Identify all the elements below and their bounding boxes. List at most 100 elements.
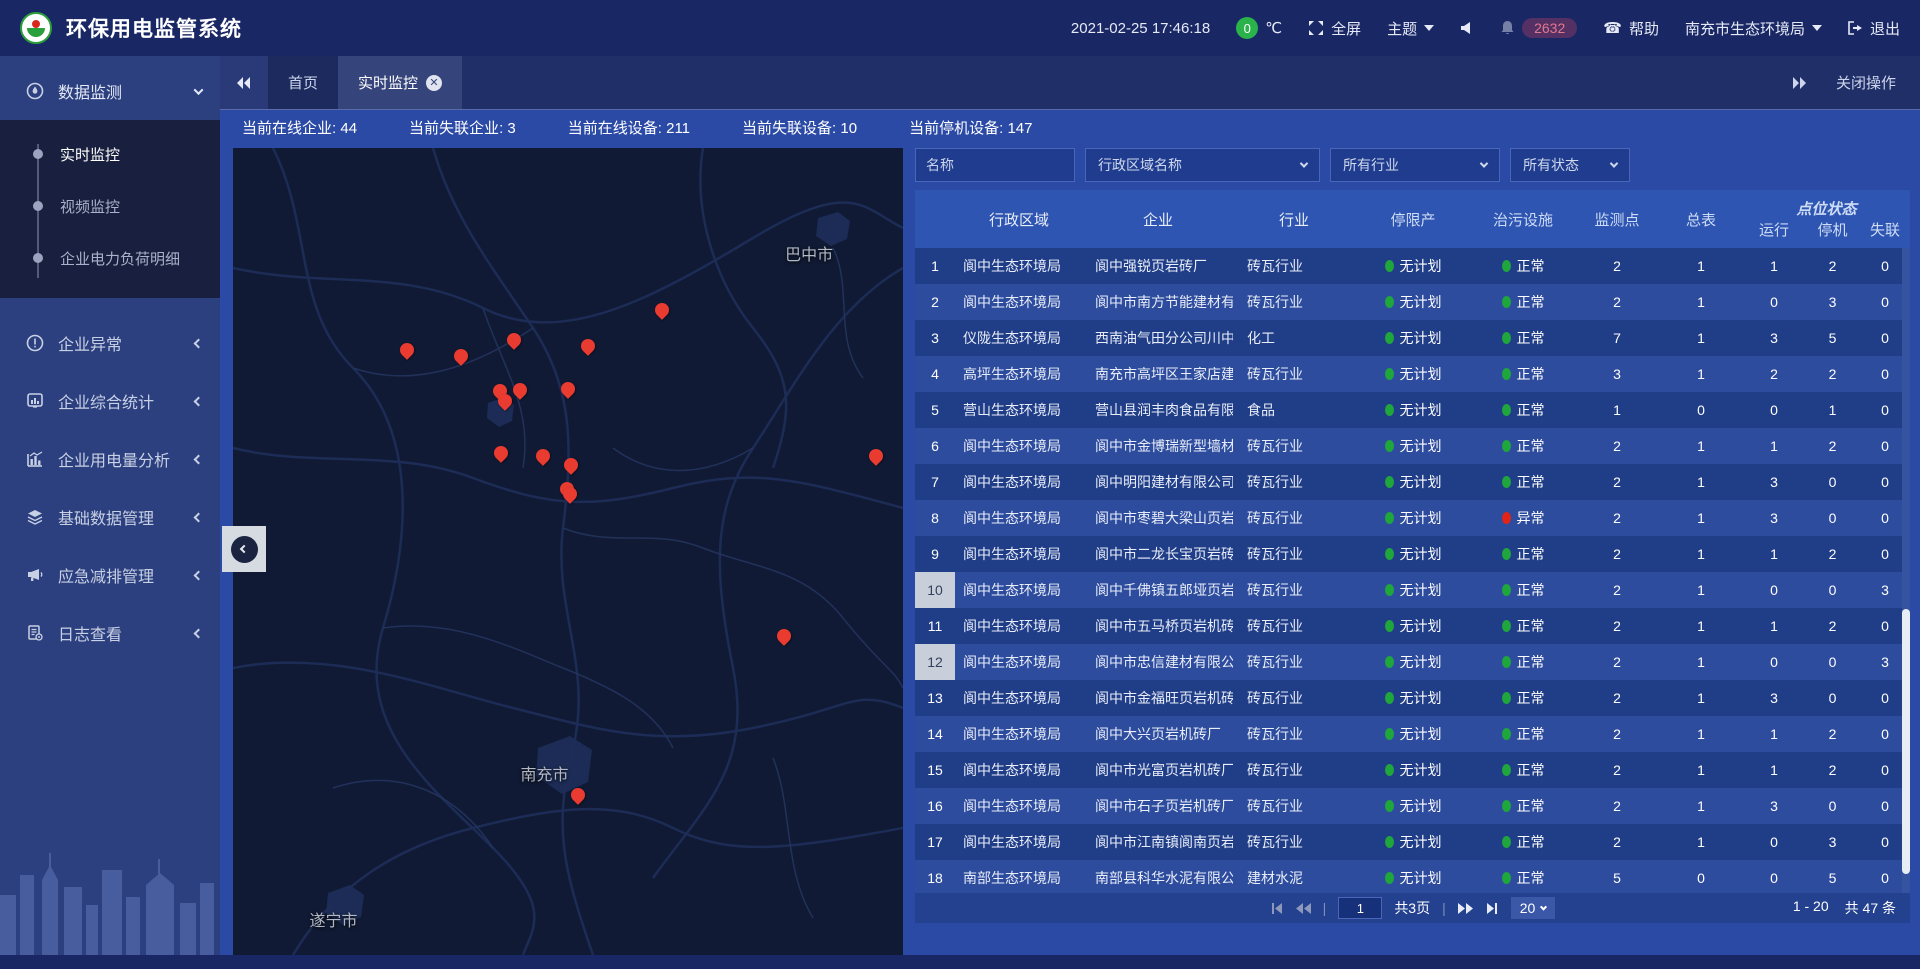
cell-industry: 砖瓦行业 <box>1233 752 1355 788</box>
table-row[interactable]: 5营山生态环境局营山县润丰肉食品有限食品无计划正常10010 <box>915 392 1910 428</box>
sidebar-item-enterprise-abnormal[interactable]: 企业异常 <box>0 314 220 372</box>
map-pin[interactable] <box>654 301 670 323</box>
sidebar-item-log-view[interactable]: 日志查看 <box>0 604 220 662</box>
table-row[interactable]: 11阆中生态环境局阆中市五马桥页岩机砖砖瓦行业无计划正常21120 <box>915 608 1910 644</box>
table-row[interactable]: 13阆中生态环境局阆中市金福旺页岩机砖砖瓦行业无计划正常21300 <box>915 680 1910 716</box>
map-pin[interactable] <box>563 456 579 478</box>
table-row[interactable]: 7阆中生态环境局阆中明阳建材有限公司砖瓦行业无计划正常21300 <box>915 464 1910 500</box>
table-row[interactable]: 18南部生态环境局南部县科华水泥有限公建材水泥无计划正常50050 <box>915 860 1910 893</box>
map-pin[interactable] <box>493 444 509 466</box>
cell-region: 阆中生态环境局 <box>955 464 1083 500</box>
logout-button[interactable]: 退出 <box>1848 18 1900 39</box>
close-operations-button[interactable]: 关闭操作 <box>1836 72 1896 93</box>
status-dot <box>1502 620 1511 632</box>
map-panel[interactable]: 巴中市南充市遂宁市 <box>233 148 903 955</box>
table-row[interactable]: 16阆中生态环境局阆中市石子页岩机砖厂砖瓦行业无计划正常21300 <box>915 788 1910 824</box>
status-filter-select[interactable]: 所有状态 <box>1510 148 1630 182</box>
sidebar-item-power-analysis[interactable]: 企业用电量分析 <box>0 430 220 488</box>
sidebar-item-realtime-monitoring[interactable]: 实时监控 <box>0 128 220 180</box>
sidebar-item-base-data[interactable]: 基础数据管理 <box>0 488 220 546</box>
cell-stop-production: 无计划 <box>1355 392 1471 428</box>
table-row[interactable]: 4高坪生态环境局南充市高坪区王家店建砖瓦行业无计划正常31220 <box>915 356 1910 392</box>
sidebar-item-power-load-detail[interactable]: 企业电力负荷明细 <box>0 232 220 284</box>
map-pin[interactable] <box>562 485 578 507</box>
table-row[interactable]: 9阆中生态环境局阆中市二龙长宝页岩砖砖瓦行业无计划正常21120 <box>915 536 1910 572</box>
name-filter-input[interactable] <box>915 148 1075 182</box>
map-pin[interactable] <box>512 381 528 403</box>
table-row[interactable]: 17阆中生态环境局阆中市江南镇阆南页岩砖瓦行业无计划正常21030 <box>915 824 1910 860</box>
cell-running: 2 <box>1743 356 1805 392</box>
table-row[interactable]: 14阆中生态环境局阆中大兴页岩机砖厂砖瓦行业无计划正常21120 <box>915 716 1910 752</box>
table-row[interactable]: 3仪陇生态环境局西南油气田分公司川中化工无计划正常71350 <box>915 320 1910 356</box>
map-pin[interactable] <box>580 337 596 359</box>
table-header: 行政区域 企业 行业 停限产 治污设施 监测点 总表 运行 停机 失联 点位状态 <box>915 190 1910 248</box>
cell-running: 1 <box>1743 536 1805 572</box>
cell-meters: 1 <box>1659 680 1743 716</box>
chevron-left-icon <box>194 338 204 348</box>
cell-industry: 砖瓦行业 <box>1233 536 1355 572</box>
pagination-bar: | 共3页 | 20 1 - 20 共 47 条 <box>915 893 1910 923</box>
cell-row-number: 13 <box>915 680 955 716</box>
cell-facility-status: 正常 <box>1471 752 1575 788</box>
fullscreen-button[interactable]: 全屏 <box>1308 18 1361 39</box>
tabs-scroll-left-button[interactable] <box>220 56 268 109</box>
cell-company: 西南油气田分公司川中 <box>1083 320 1233 356</box>
org-dropdown[interactable]: 南充市生态环境局 <box>1685 18 1822 39</box>
region-filter-select[interactable]: 行政区域名称 <box>1085 148 1320 182</box>
page-number-input[interactable] <box>1338 897 1382 919</box>
cell-row-number: 14 <box>915 716 955 752</box>
table-row[interactable]: 10阆中生态环境局阆中千佛镇五郎垭页岩砖瓦行业无计划正常21003 <box>915 572 1910 608</box>
help-button[interactable]: ☎ 帮助 <box>1603 18 1659 39</box>
cell-facility-status: 正常 <box>1471 284 1575 320</box>
cell-stopped: 0 <box>1805 572 1860 608</box>
page-size-select[interactable]: 20 <box>1511 897 1556 919</box>
cell-industry: 砖瓦行业 <box>1233 644 1355 680</box>
cell-stopped: 5 <box>1805 320 1860 356</box>
cell-row-number: 7 <box>915 464 955 500</box>
table-scrollbar[interactable] <box>1902 248 1910 893</box>
double-arrow-right-icon[interactable] <box>1792 77 1806 89</box>
industry-filter-select[interactable]: 所有行业 <box>1330 148 1500 182</box>
map-pin[interactable] <box>776 627 792 649</box>
next-page-button[interactable] <box>1458 903 1473 914</box>
cell-region: 阆中生态环境局 <box>955 716 1083 752</box>
map-pin[interactable] <box>506 331 522 353</box>
cell-company: 阆中大兴页岩机砖厂 <box>1083 716 1233 752</box>
tab-home[interactable]: 首页 <box>268 56 338 109</box>
table-row[interactable]: 8阆中生态环境局阆中市枣碧大梁山页岩砖瓦行业无计划异常21300 <box>915 500 1910 536</box>
map-pin[interactable] <box>868 447 884 469</box>
app-title: 环保用电监管系统 <box>66 13 242 43</box>
cell-running: 3 <box>1743 320 1805 356</box>
mute-button[interactable] <box>1460 21 1474 35</box>
cell-meters: 1 <box>1659 716 1743 752</box>
notifications[interactable]: 2632 <box>1500 18 1577 38</box>
map-pin[interactable] <box>570 786 586 808</box>
table-row[interactable]: 2阆中生态环境局阆中市南方节能建材有砖瓦行业无计划正常21030 <box>915 284 1910 320</box>
table-row[interactable]: 6阆中生态环境局阆中市金博瑞新型墙材砖瓦行业无计划正常21120 <box>915 428 1910 464</box>
last-page-button[interactable] <box>1485 903 1499 914</box>
tab-realtime-monitoring[interactable]: 实时监控 ✕ <box>338 56 462 109</box>
map-pin[interactable] <box>560 380 576 402</box>
scrollbar-thumb[interactable] <box>1902 609 1910 873</box>
sidebar-item-video-monitoring[interactable]: 视频监控 <box>0 180 220 232</box>
sidebar-item-enterprise-statistics[interactable]: 企业综合统计 <box>0 372 220 430</box>
col-header-point-status-group: 点位状态 <box>1743 198 1910 219</box>
log-document-icon <box>26 624 44 642</box>
map-pin[interactable] <box>535 447 551 469</box>
tab-close-icon[interactable]: ✕ <box>426 75 442 91</box>
theme-dropdown[interactable]: 主题 <box>1387 18 1434 39</box>
map-pin[interactable] <box>497 392 513 414</box>
sidebar-item-emergency-reduction[interactable]: 应急减排管理 <box>0 546 220 604</box>
table-row[interactable]: 1阆中生态环境局阆中强锐页岩砖厂砖瓦行业无计划正常21120 <box>915 248 1910 284</box>
map-pin[interactable] <box>453 347 469 369</box>
prev-page-button[interactable] <box>1296 903 1311 914</box>
cell-stop-production: 无计划 <box>1355 680 1471 716</box>
table-row[interactable]: 12阆中生态环境局阆中市忠信建材有限公砖瓦行业无计划正常21003 <box>915 644 1910 680</box>
chevron-down-icon <box>1610 159 1618 167</box>
map-collapse-toggle[interactable] <box>222 526 266 572</box>
table-row[interactable]: 15阆中生态环境局阆中市光富页岩机砖厂砖瓦行业无计划正常21120 <box>915 752 1910 788</box>
sidebar-item-data-monitoring[interactable]: 数据监测 <box>0 62 220 120</box>
map-pin[interactable] <box>399 341 415 363</box>
first-page-button[interactable] <box>1270 903 1284 914</box>
chevron-down-icon <box>1480 159 1488 167</box>
